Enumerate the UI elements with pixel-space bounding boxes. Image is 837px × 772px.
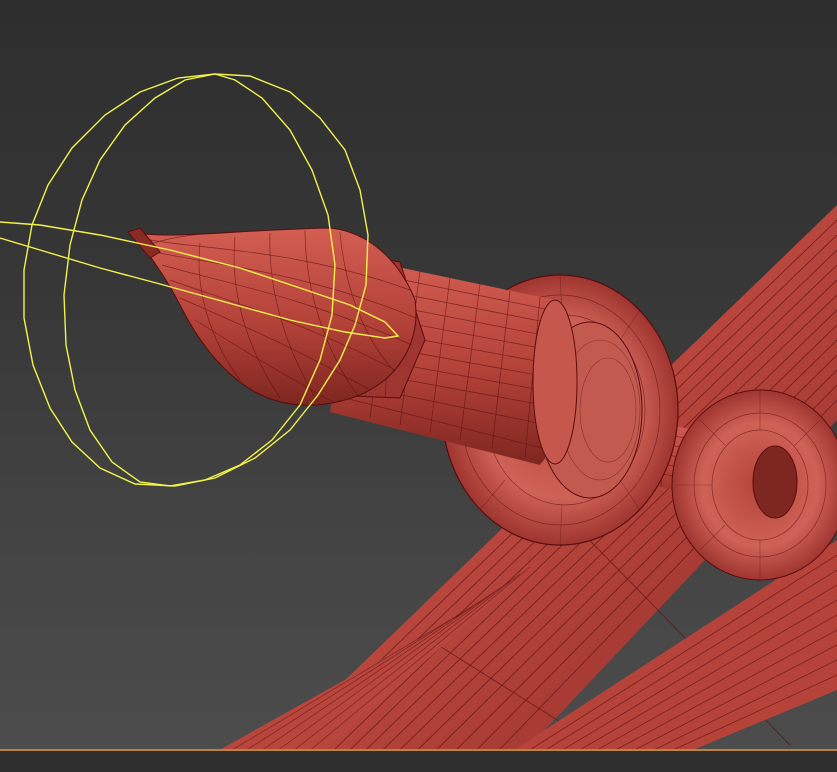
- viewport-bottom-edge: [0, 751, 837, 772]
- washer-ring-right[interactable]: [671, 389, 837, 581]
- scene-canvas[interactable]: [0, 0, 837, 772]
- 3d-viewport[interactable]: [0, 0, 837, 772]
